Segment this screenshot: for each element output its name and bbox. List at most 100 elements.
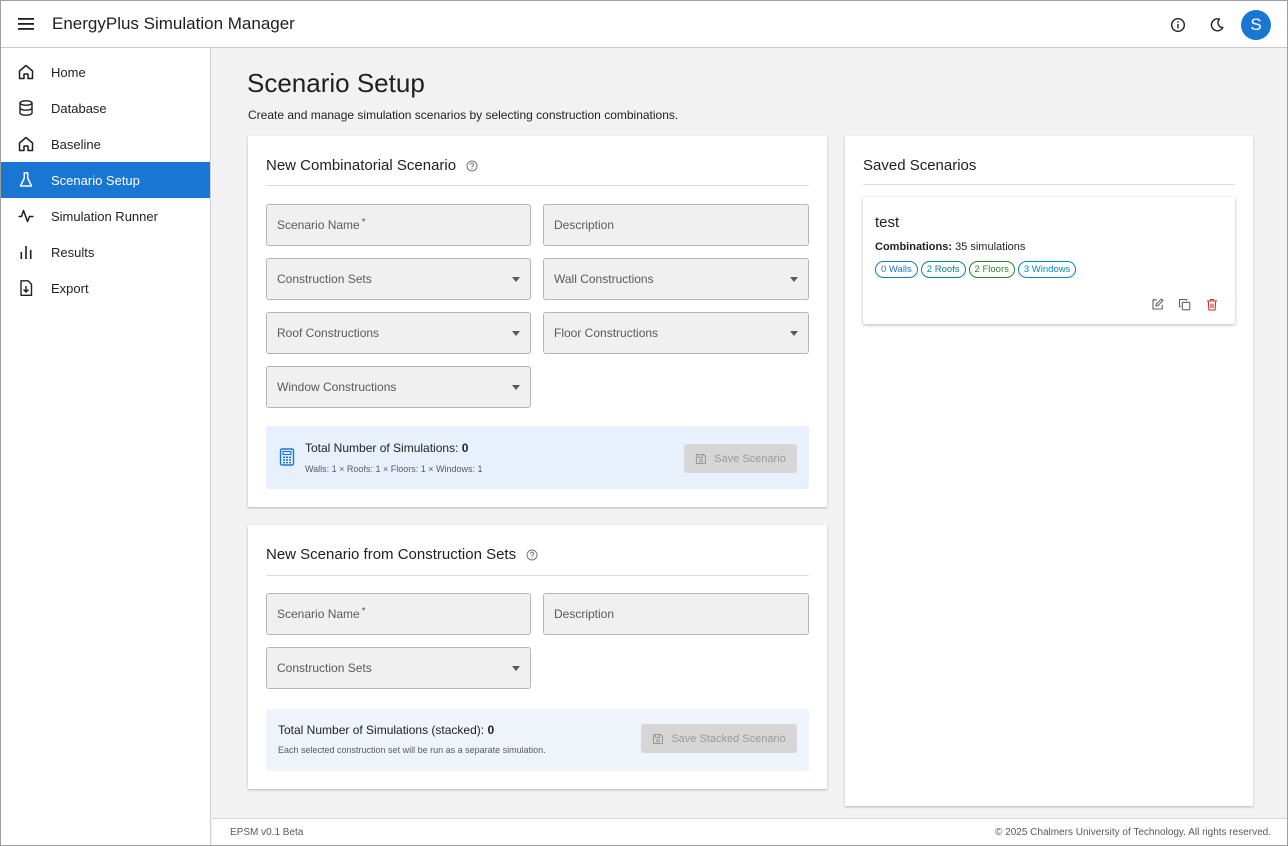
- dropdown-caret-icon: [790, 277, 798, 282]
- scenario-name-field[interactable]: Scenario Name *: [266, 593, 531, 635]
- footer: EPSM v0.1 Beta © 2025 Chalmers Universit…: [212, 818, 1287, 845]
- scenario-name-field[interactable]: Scenario Name *: [266, 204, 531, 246]
- sidebar-item-results[interactable]: Results: [1, 234, 210, 270]
- theme-toggle-button[interactable]: [1200, 8, 1234, 42]
- total-label: Total Number of Simulations:: [305, 441, 459, 455]
- version-label: EPSM v0.1 Beta: [230, 827, 304, 838]
- file-download-icon: [1, 279, 51, 297]
- total-label: Total Number of Simulations (stacked):: [278, 723, 485, 737]
- copy-icon: [1178, 298, 1191, 311]
- construction-sets-select[interactable]: Construction Sets: [266, 258, 531, 300]
- menu-button[interactable]: [1, 1, 51, 48]
- app-window: EnergyPlus Simulation Manager S Home Dat…: [0, 0, 1288, 846]
- sidebar-item-scenario-setup[interactable]: Scenario Setup: [1, 162, 210, 198]
- construction-sets-card-title: New Scenario from Construction Sets: [266, 546, 538, 563]
- saved-scenarios-title: Saved Scenarios: [863, 157, 977, 174]
- description-field[interactable]: Description: [543, 593, 809, 635]
- delete-scenario-button[interactable]: [1198, 298, 1225, 311]
- sidebar: Home Database Baseline Scenario Setup Si…: [1, 48, 211, 845]
- combinations-value: 35 simulations: [955, 241, 1026, 253]
- sidebar-item-label: Home: [51, 64, 86, 80]
- required-mark: *: [361, 605, 366, 617]
- copyright-label: © 2025 Chalmers University of Technology…: [994, 827, 1271, 838]
- save-icon: [696, 453, 707, 464]
- sidebar-item-baseline[interactable]: Baseline: [1, 126, 210, 162]
- combinatorial-card-title: New Combinatorial Scenario: [266, 157, 478, 174]
- required-mark: *: [361, 216, 366, 228]
- construction-chips: 0 Walls 2 Roofs 2 Floors 3 Windows: [875, 261, 1079, 278]
- total-stacked-simulations: Total Number of Simulations (stacked): 0: [278, 723, 494, 737]
- sidebar-item-label: Simulation Runner: [51, 208, 158, 224]
- sidebar-item-label: Baseline: [51, 136, 101, 152]
- floor-constructions-select[interactable]: Floor Constructions: [543, 312, 809, 354]
- activity-icon: [1, 207, 51, 225]
- sidebar-item-simulation-runner[interactable]: Simulation Runner: [1, 198, 210, 234]
- description-field[interactable]: Description: [543, 204, 809, 246]
- user-avatar[interactable]: S: [1241, 10, 1271, 40]
- saved-scenario-card[interactable]: test Combinations: 35 simulations 0 Wall…: [863, 197, 1235, 324]
- windows-chip: 3 Windows: [1017, 261, 1077, 278]
- total-simulations: Total Number of Simulations: 0: [305, 441, 468, 455]
- trash-icon: [1206, 298, 1217, 311]
- field-label: Window Constructions: [277, 380, 397, 394]
- sidebar-item-label: Database: [51, 100, 107, 116]
- stacked-note: Each selected construction set will be r…: [278, 745, 546, 755]
- sidebar-item-home[interactable]: Home: [1, 54, 210, 90]
- hamburger-menu-icon: [18, 18, 34, 30]
- main-content: Scenario Setup Create and manage simulat…: [212, 48, 1287, 817]
- simulation-summary: Total Number of Simulations: 0 Walls: 1 …: [266, 426, 809, 489]
- dropdown-caret-icon: [512, 385, 520, 390]
- app-title: EnergyPlus Simulation Manager: [52, 14, 295, 33]
- card-divider: [266, 575, 809, 576]
- field-label: Description: [554, 607, 615, 621]
- database-icon: [1, 99, 51, 117]
- info-button[interactable]: [1161, 8, 1195, 42]
- info-icon: [1170, 17, 1186, 33]
- save-stacked-scenario-button[interactable]: Save Stacked Scenario: [641, 724, 797, 753]
- duplicate-scenario-button[interactable]: [1171, 298, 1198, 311]
- top-app-bar: EnergyPlus Simulation Manager S: [1, 1, 1287, 48]
- moon-icon: [1210, 18, 1224, 32]
- card-title-text: New Scenario from Construction Sets: [266, 546, 517, 563]
- button-label: Save Scenario: [714, 452, 786, 465]
- field-label: Scenario Name: [277, 607, 360, 621]
- scenario-name: test: [875, 214, 900, 231]
- saved-scenarios-panel: Saved Scenarios test Combinations: 35 si…: [845, 136, 1253, 806]
- save-icon: [653, 733, 664, 744]
- construction-sets-select[interactable]: Construction Sets: [266, 647, 531, 689]
- help-icon[interactable]: [466, 160, 478, 172]
- field-label: Description: [554, 218, 615, 232]
- home-icon: [1, 63, 51, 81]
- card-title-text: New Combinatorial Scenario: [266, 157, 457, 174]
- sidebar-item-database[interactable]: Database: [1, 90, 210, 126]
- field-label: Floor Constructions: [554, 326, 659, 340]
- sidebar-item-label: Results: [51, 244, 95, 260]
- field-label: Construction Sets: [277, 272, 372, 286]
- card-divider: [266, 185, 809, 186]
- walls-chip: 0 Walls: [875, 261, 918, 278]
- dropdown-caret-icon: [512, 331, 520, 336]
- edit-scenario-button[interactable]: [1144, 298, 1171, 311]
- field-label: Wall Constructions: [554, 272, 654, 286]
- flask-icon: [1, 171, 51, 189]
- roofs-chip: 2 Roofs: [920, 261, 966, 278]
- edit-icon: [1152, 298, 1164, 310]
- dropdown-caret-icon: [512, 666, 520, 671]
- sidebar-item-export[interactable]: Export: [1, 270, 210, 306]
- wall-constructions-select[interactable]: Wall Constructions: [543, 258, 809, 300]
- sidebar-item-label: Scenario Setup: [51, 172, 140, 188]
- home-outline-icon: [1, 135, 51, 153]
- combinations-label: Combinations:: [875, 241, 952, 253]
- total-value: 0: [461, 441, 469, 455]
- window-constructions-select[interactable]: Window Constructions: [266, 366, 531, 408]
- dropdown-caret-icon: [790, 331, 798, 336]
- help-icon[interactable]: [526, 549, 538, 561]
- field-label: Scenario Name: [277, 218, 360, 232]
- simulation-breakdown: Walls: 1 × Roofs: 1 × Floors: 1 × Window…: [305, 464, 483, 474]
- roof-constructions-select[interactable]: Roof Constructions: [266, 312, 531, 354]
- save-scenario-button[interactable]: Save Scenario: [684, 444, 797, 473]
- construction-sets-scenario-card: New Scenario from Construction Sets Scen…: [248, 525, 827, 789]
- total-value: 0: [487, 723, 495, 737]
- field-label: Construction Sets: [277, 661, 372, 675]
- dropdown-caret-icon: [512, 277, 520, 282]
